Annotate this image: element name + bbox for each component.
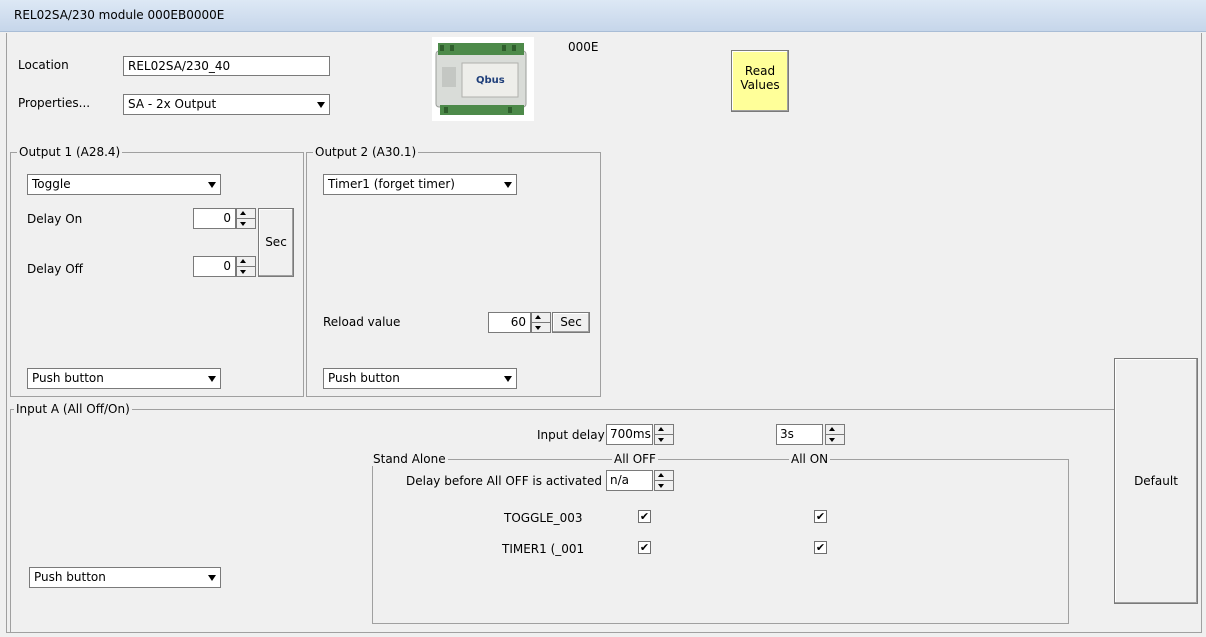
- output1-mode-value: Toggle: [32, 177, 71, 191]
- delay-all-off-input[interactable]: n/a: [606, 470, 653, 491]
- reload-value-label: Reload value: [323, 315, 401, 329]
- module-image: Qbus: [432, 37, 534, 121]
- reload-value-value: 60: [510, 315, 526, 329]
- spin-down-icon: [658, 438, 664, 442]
- input-a-input-type-select[interactable]: Push button: [29, 567, 221, 588]
- output2-mode-select[interactable]: Timer1 (forget timer): [323, 174, 517, 195]
- all-off-header: All OFF: [612, 452, 658, 466]
- delay-on-spinner[interactable]: [236, 208, 256, 229]
- chevron-down-icon: [317, 101, 325, 108]
- input-delay-spinner[interactable]: [654, 424, 674, 445]
- module-address: 000E: [568, 40, 599, 54]
- spin-down-icon: [658, 484, 664, 488]
- properties-label: Properties...: [18, 96, 91, 110]
- second-delay-spinner[interactable]: [825, 424, 845, 445]
- timer1-all-off-checkbox[interactable]: ✔: [638, 541, 651, 554]
- row-name: TOGGLE_003: [504, 511, 583, 525]
- spin-down-icon: [535, 326, 541, 330]
- output1-input-type-select[interactable]: Push button: [27, 368, 221, 389]
- spin-up-icon: [658, 427, 664, 431]
- default-button[interactable]: Default: [1114, 358, 1198, 604]
- delay-off-spinner[interactable]: [236, 256, 256, 277]
- spin-down-icon: [829, 438, 835, 442]
- input-a-left-border: [10, 409, 11, 633]
- output1-input-type-value: Push button: [32, 371, 104, 385]
- output2-input-type-select[interactable]: Push button: [323, 368, 517, 389]
- spin-down-icon: [240, 222, 246, 226]
- reload-value-input[interactable]: 60: [488, 312, 531, 333]
- output2-mode-value: Timer1 (forget timer): [328, 177, 455, 191]
- delay-all-off-label: Delay before All OFF is activated: [406, 474, 602, 488]
- chevron-down-icon: [208, 574, 216, 581]
- delay-off-value: 0: [223, 259, 231, 273]
- output2-input-type-value: Push button: [328, 371, 400, 385]
- location-field[interactable]: REL02SA/230_40: [123, 56, 330, 76]
- title-bar: REL02SA/230 module 000EB0000E: [0, 0, 1206, 32]
- toggle-003-all-off-checkbox[interactable]: ✔: [638, 510, 651, 523]
- input-a-input-type-value: Push button: [34, 570, 106, 584]
- spin-up-icon: [658, 473, 664, 477]
- output2-title: Output 2 (A30.1): [313, 145, 419, 159]
- delay-off-label: Delay Off: [27, 262, 83, 276]
- output1-sec-button[interactable]: Sec: [258, 208, 294, 277]
- stand-alone-title: Stand Alone: [371, 452, 448, 466]
- input-a-divider: [10, 409, 1114, 410]
- delay-on-label: Delay On: [27, 212, 83, 226]
- spin-up-icon: [240, 211, 246, 215]
- spin-down-icon: [240, 270, 246, 274]
- output2-sec-button[interactable]: Sec: [552, 312, 590, 333]
- row-name: TIMER1 (_001: [502, 542, 585, 556]
- chevron-down-icon: [504, 181, 512, 188]
- input-delay-value: 700ms: [610, 427, 651, 441]
- timer1-all-on-checkbox[interactable]: ✔: [814, 541, 827, 554]
- properties-value: SA - 2x Output: [128, 97, 217, 111]
- chevron-down-icon: [208, 375, 216, 382]
- second-delay-value: 3s: [780, 427, 794, 441]
- spin-up-icon: [240, 259, 246, 263]
- location-label: Location: [18, 58, 69, 72]
- output1-mode-select[interactable]: Toggle: [27, 174, 221, 195]
- input-delay-input[interactable]: 700ms: [606, 424, 653, 445]
- window-title: REL02SA/230 module 000EB0000E: [14, 8, 225, 22]
- read-values-button[interactable]: Read Values: [731, 50, 789, 112]
- delay-all-off-spinner[interactable]: [654, 470, 674, 491]
- chevron-down-icon: [208, 181, 216, 188]
- delay-on-value: 0: [223, 211, 231, 225]
- second-delay-input[interactable]: 3s: [776, 424, 823, 445]
- spin-up-icon: [829, 427, 835, 431]
- input-delay-label: Input delay: [537, 428, 605, 442]
- delay-all-off-value: n/a: [610, 473, 630, 487]
- properties-select[interactable]: SA - 2x Output: [123, 94, 330, 115]
- delay-off-input[interactable]: 0: [193, 256, 236, 277]
- delay-on-input[interactable]: 0: [193, 208, 236, 229]
- all-on-header: All ON: [789, 452, 831, 466]
- brand-logo-text: Qbus: [476, 75, 505, 86]
- output1-title: Output 1 (A28.4): [17, 145, 123, 159]
- reload-value-spinner[interactable]: [531, 312, 551, 333]
- toggle-003-all-on-checkbox[interactable]: ✔: [814, 510, 827, 523]
- input-a-title: Input A (All Off/On): [14, 402, 132, 416]
- chevron-down-icon: [504, 375, 512, 382]
- spin-up-icon: [535, 315, 541, 319]
